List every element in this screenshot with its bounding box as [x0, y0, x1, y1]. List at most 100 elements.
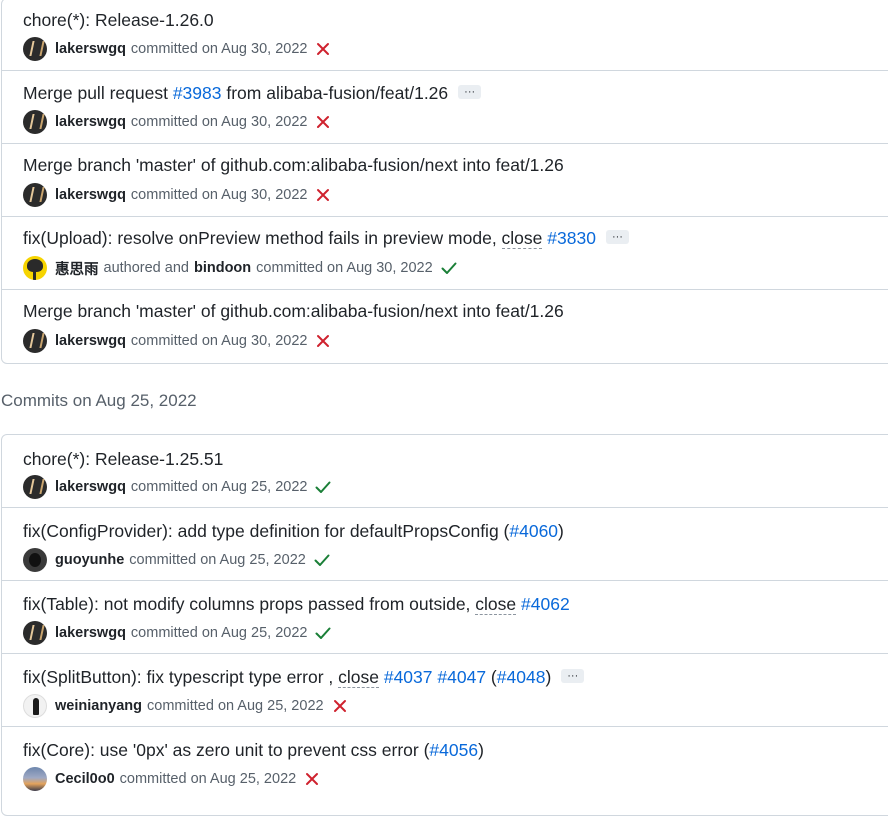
commits-date-heading: Commits on Aug 25, 2022 — [1, 391, 197, 410]
author-link[interactable]: lakerswgq — [55, 625, 126, 641]
commit-date: committed on Aug 25, 2022 — [130, 625, 308, 641]
author-link[interactable]: guoyunhe — [55, 552, 124, 568]
author-link[interactable]: 惠思雨 — [55, 258, 99, 279]
close-keyword: close — [501, 228, 543, 249]
issue-link[interactable]: #3830 — [547, 228, 596, 248]
commit-title[interactable]: chore(*): Release-1.26.0 — [23, 8, 214, 32]
commit-date: committed on Aug 30, 2022 — [130, 333, 308, 349]
commit-row: chore(*): Release-1.26.0 lakerswgq commi… — [2, 0, 888, 71]
commit-date: committed on Aug 30, 2022 — [130, 41, 308, 57]
commit-date: committed on Aug 25, 2022 — [119, 771, 297, 787]
commit-row: Merge pull request #3983 from alibaba-fu… — [2, 71, 888, 144]
commit-meta: 惠思雨 authored and bindoon committed on Au… — [23, 255, 457, 281]
pr-link[interactable]: #4056 — [429, 740, 478, 760]
fail-x-icon[interactable] — [304, 771, 320, 787]
commit-meta: lakerswgq committed on Aug 30, 2022 — [23, 328, 331, 354]
commit-title[interactable]: fix(SplitButton): fix typescript type er… — [23, 665, 585, 689]
commit-row: fix(ConfigProvider): add type definition… — [2, 508, 888, 581]
commit-title[interactable]: fix(Core): use '0px' as zero unit to pre… — [23, 738, 484, 762]
lakers-avatar-icon[interactable] — [23, 475, 47, 499]
success-check-icon[interactable] — [441, 260, 457, 276]
commit-title[interactable]: chore(*): Release-1.25.51 — [23, 447, 223, 471]
issue-link[interactable]: #4037 — [384, 667, 433, 687]
commit-row: Merge branch 'master' of github.com:alib… — [2, 144, 888, 217]
commit-row: Merge branch 'master' of github.com:alib… — [2, 290, 888, 362]
commit-row: chore(*): Release-1.25.51 lakerswgq comm… — [2, 435, 888, 508]
commit-title-text[interactable]: ) — [558, 521, 564, 541]
commit-title-text: ( — [486, 667, 497, 687]
commit-title-text[interactable]: Merge pull request — [23, 83, 173, 103]
commit-meta: lakerswgq committed on Aug 25, 2022 — [23, 620, 331, 646]
commit-meta: lakerswgq committed on Aug 30, 2022 — [23, 109, 331, 135]
commit-title-text[interactable]: fix(ConfigProvider): add type definition… — [23, 521, 509, 541]
commit-title[interactable]: Merge branch 'master' of github.com:alib… — [23, 153, 564, 177]
pr-link[interactable]: #4048 — [497, 667, 546, 687]
weinianyang-avatar-icon[interactable] — [23, 694, 47, 718]
commit-title-text[interactable]: from alibaba-fusion/feat/1.26 — [221, 83, 448, 103]
author-link[interactable]: lakerswgq — [55, 479, 126, 495]
commit-title[interactable]: fix(Upload): resolve onPreview method fa… — [23, 226, 629, 250]
commit-title-text: ) — [545, 667, 552, 687]
expand-ellipsis-button[interactable]: ··· — [605, 230, 629, 245]
author-link[interactable]: lakerswgq — [55, 187, 126, 203]
issue-link[interactable]: #4062 — [521, 594, 570, 614]
success-check-icon[interactable] — [315, 479, 331, 495]
author-link[interactable]: weinianyang — [55, 698, 142, 714]
cecil-avatar-icon[interactable] — [23, 767, 47, 791]
commit-title-text[interactable]: fix(Upload): resolve onPreview method fa… — [23, 228, 502, 248]
commit-meta: lakerswgq committed on Aug 25, 2022 — [23, 474, 331, 500]
issue-link[interactable]: #4047 — [437, 667, 486, 687]
author-link[interactable]: lakerswgq — [55, 333, 126, 349]
commit-title-text[interactable]: chore(*): Release-1.25.51 — [23, 449, 223, 469]
commit-title[interactable]: Merge pull request #3983 from alibaba-fu… — [23, 81, 482, 105]
commit-list-aug-30: chore(*): Release-1.26.0 lakerswgq commi… — [1, 0, 888, 364]
author-link[interactable]: Cecil0o0 — [55, 771, 115, 787]
lakers-avatar-icon[interactable] — [23, 329, 47, 353]
fail-x-icon[interactable] — [315, 187, 331, 203]
commit-title-text[interactable]: fix(Table): not modify columns props pas… — [23, 594, 475, 614]
commit-title-text[interactable]: ) — [478, 740, 484, 760]
fail-x-icon[interactable] — [315, 41, 331, 57]
close-keyword: close — [338, 667, 379, 688]
commit-date: committed on Aug 25, 2022 — [130, 479, 308, 495]
lakers-avatar-icon[interactable] — [23, 621, 47, 645]
committer-link[interactable]: bindoon — [194, 260, 251, 276]
commit-row: fix(Table): not modify columns props pas… — [2, 581, 888, 654]
lakers-avatar-icon[interactable] — [23, 183, 47, 207]
fail-x-icon[interactable] — [315, 333, 331, 349]
pr-link[interactable]: #3983 — [173, 83, 222, 103]
lakers-avatar-icon[interactable] — [23, 110, 47, 134]
commit-meta: Cecil0o0 committed on Aug 25, 2022 — [23, 766, 320, 792]
author-link[interactable]: lakerswgq — [55, 41, 126, 57]
tree-avatar-icon[interactable] — [23, 256, 47, 280]
pr-link[interactable]: #4060 — [509, 521, 558, 541]
commit-list-aug-25: chore(*): Release-1.25.51 lakerswgq comm… — [1, 434, 888, 816]
author-link[interactable]: lakerswgq — [55, 114, 126, 130]
commit-meta: guoyunhe committed on Aug 25, 2022 — [23, 547, 330, 573]
guoyunhe-avatar-icon[interactable] — [23, 548, 47, 572]
commit-title-text[interactable]: fix(SplitButton): fix typescript type er… — [23, 667, 338, 687]
success-check-icon[interactable] — [314, 552, 330, 568]
commit-title[interactable]: Merge branch 'master' of github.com:alib… — [23, 299, 564, 323]
success-check-icon[interactable] — [315, 625, 331, 641]
fail-x-icon[interactable] — [315, 114, 331, 130]
commit-meta: lakerswgq committed on Aug 30, 2022 — [23, 36, 331, 62]
authored-text: authored and — [103, 260, 189, 276]
close-keyword: close — [475, 594, 517, 615]
commit-title-text[interactable]: fix(Core): use '0px' as zero unit to pre… — [23, 740, 429, 760]
expand-ellipsis-button[interactable]: ··· — [561, 669, 585, 684]
expand-ellipsis-button[interactable]: ··· — [458, 85, 482, 100]
commit-date: committed on Aug 30, 2022 — [130, 114, 308, 130]
commit-date: committed on Aug 25, 2022 — [147, 698, 324, 714]
commit-date: committed on Aug 25, 2022 — [129, 552, 306, 568]
commit-title-text[interactable]: Merge branch 'master' of github.com:alib… — [23, 155, 564, 175]
commit-title-text[interactable]: chore(*): Release-1.26.0 — [23, 10, 214, 30]
fail-x-icon[interactable] — [332, 698, 348, 714]
commit-row: fix(Upload): resolve onPreview method fa… — [2, 217, 888, 290]
commit-meta: lakerswgq committed on Aug 30, 2022 — [23, 182, 331, 208]
lakers-avatar-icon[interactable] — [23, 37, 47, 61]
commit-title-text[interactable]: Merge branch 'master' of github.com:alib… — [23, 301, 564, 321]
commit-date: committed on Aug 30, 2022 — [130, 187, 308, 203]
commit-title[interactable]: fix(Table): not modify columns props pas… — [23, 592, 570, 616]
commit-title[interactable]: fix(ConfigProvider): add type definition… — [23, 519, 564, 543]
